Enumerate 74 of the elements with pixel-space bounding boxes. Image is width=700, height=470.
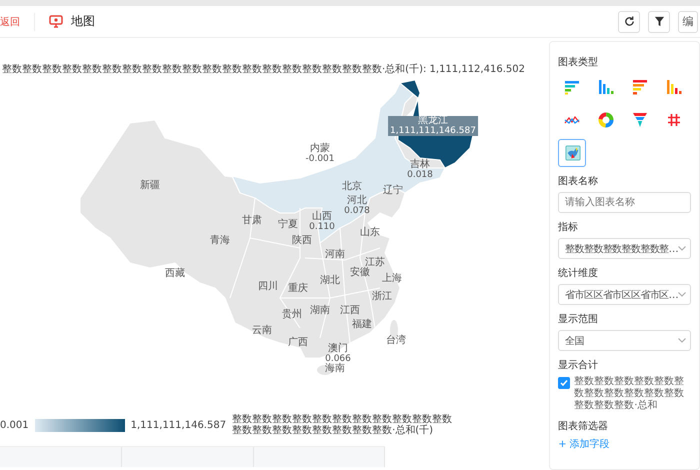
chart-title: 整数整数整数整数整数整数整数整数整数整数整数整数整数整数整数整数整数整数整数·总和(千): 1,111,112,416.502 (1, 62, 526, 76)
chart-name-input[interactable]: 请输入图表名称 (558, 192, 691, 213)
chart-type-button[interactable] (558, 139, 586, 167)
region-label: 北京 (342, 182, 362, 192)
bar-chart-icon (632, 79, 648, 95)
region-label: 台湾 (386, 336, 406, 346)
region-label: 河南 (325, 250, 345, 260)
caret-icon (678, 338, 686, 343)
funnel-chart-icon (632, 112, 648, 128)
region-label: 陕西 (292, 236, 312, 246)
region-value: 1,111,111,146.587 (390, 126, 476, 136)
dropdown[interactable]: 全国 (558, 330, 691, 351)
region-label: 四川 (258, 282, 278, 292)
section-label: 图表名称 (558, 174, 600, 188)
map-chart-icon (565, 144, 582, 162)
region-label: 江苏 (365, 258, 385, 268)
filter-button[interactable] (648, 10, 670, 32)
region-label: 浙江 (372, 292, 392, 302)
caret-icon (678, 246, 686, 251)
region-label: 安徽 (350, 268, 370, 278)
page-title: 地图 (71, 13, 95, 30)
region-value: 0.078 (344, 206, 370, 216)
line-chart-icon (564, 114, 580, 126)
dropdown[interactable]: 整数整数整数整数整数整… (558, 238, 691, 259)
checkbox[interactable] (558, 377, 570, 389)
region-label: 新疆 (140, 181, 160, 191)
region-label: 上海 (382, 274, 402, 284)
region-label: 重庆 (288, 284, 308, 294)
region-value: 0.018 (407, 170, 433, 180)
region-value: -0.001 (306, 154, 334, 164)
legend-max: 1,111,111,146.587 (130, 420, 226, 430)
bar-chart-icon (564, 79, 580, 95)
region-value: 0.110 (309, 222, 335, 232)
section-label: 显示合计 (558, 358, 600, 372)
legend-min: 0.001 (0, 420, 29, 430)
region-label: 福建 (352, 320, 372, 330)
region-label: 云南 (252, 326, 272, 336)
region-label: 贵州 (282, 310, 302, 320)
hash-icon (667, 113, 682, 127)
region-label: 山东 (360, 228, 380, 238)
region-label: 西藏 (165, 269, 185, 279)
refresh-icon (624, 16, 634, 27)
edit-button[interactable]: 编 (678, 10, 698, 32)
checkbox-label: 整数整数整数整数整数整数整数整数整数整数整数整数整数整数·总和 (574, 376, 686, 412)
region-label: 江西 (340, 306, 360, 316)
donut-chart-icon (598, 112, 614, 128)
region-label: 广西 (288, 338, 308, 348)
legend-label: 整数整数整数整数整数整数整数整数整数整数整数整数整数整数整数整数整数整数整数·总和(千) (232, 414, 452, 436)
section-label: 图表筛选器 (558, 420, 610, 433)
region-label: 吉林 (410, 160, 430, 170)
refresh-button[interactable] (618, 10, 640, 32)
region-label: 甘肃 (242, 216, 262, 226)
section-label: 指标 (558, 220, 580, 234)
region-label: 澳门 (328, 344, 348, 354)
section-label: 统计维度 (558, 266, 600, 280)
region-label: 湖南 (310, 306, 330, 316)
region-label: 山西 (312, 212, 332, 222)
region-label: 湖北 (320, 276, 340, 286)
column-chart-icon (598, 79, 614, 95)
region-label: 海南 (325, 364, 345, 374)
region-value: 0.066 (325, 354, 351, 364)
region-label: 内蒙 (310, 144, 330, 154)
column-chart-icon (666, 79, 682, 95)
monitor-icon (49, 15, 63, 28)
dropdown[interactable]: 省市区区省市区区省市区… (558, 284, 691, 305)
section-label: 显示范围 (558, 312, 600, 326)
region-label: 宁夏 (278, 220, 298, 230)
caret-icon (678, 292, 686, 297)
region-label: 青海 (210, 236, 230, 246)
filter-icon (654, 16, 664, 27)
back-link[interactable]: 返回 (0, 14, 20, 28)
region-label: 河北 (347, 196, 367, 206)
section-label: 图表类型 (558, 56, 600, 69)
region-label: 辽宁 (383, 186, 403, 196)
